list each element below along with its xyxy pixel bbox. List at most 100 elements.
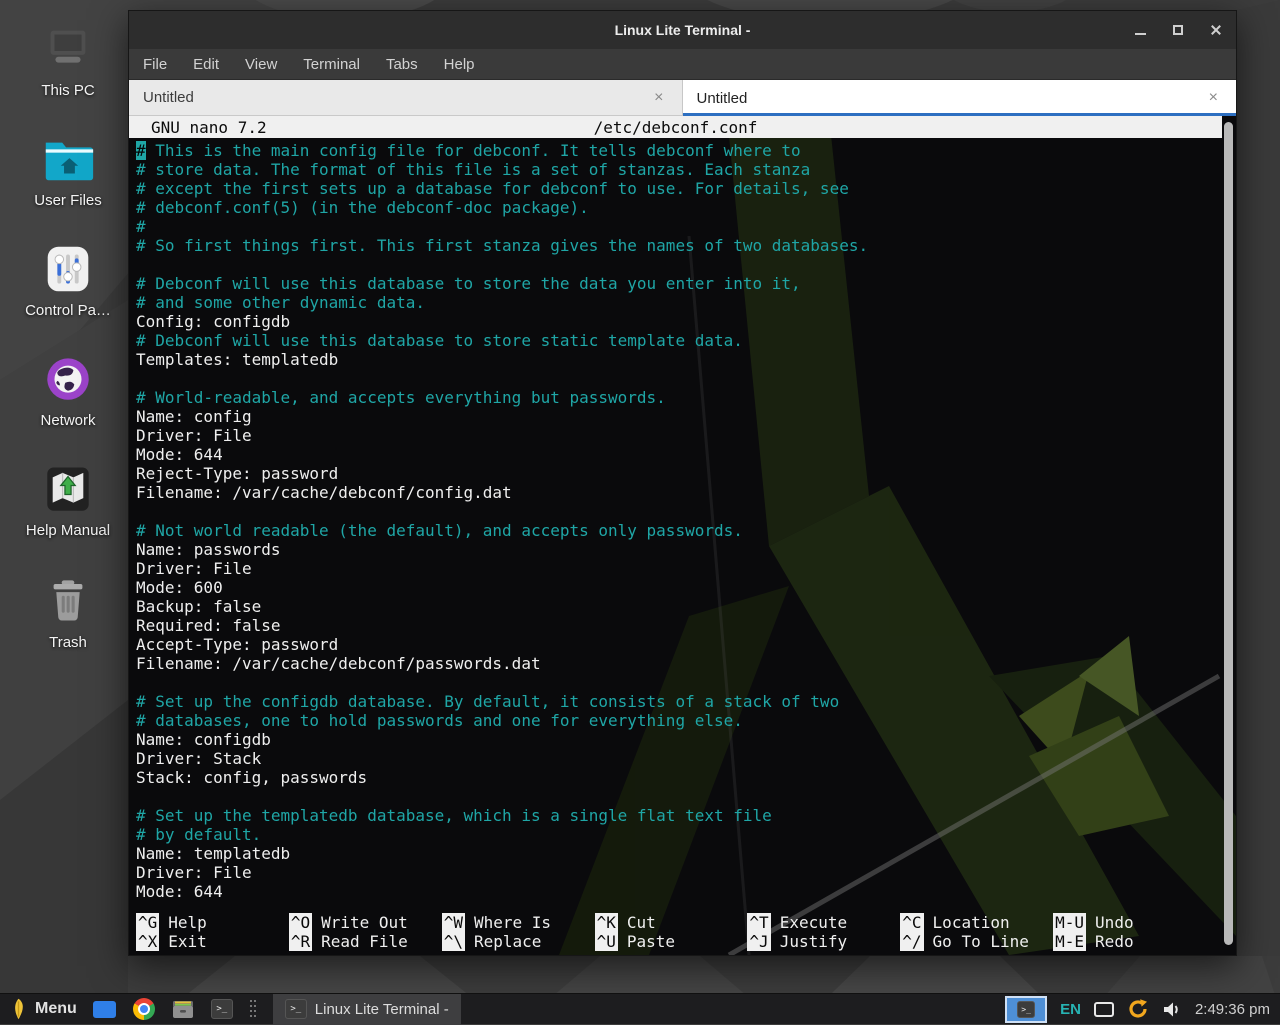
terminal-icon: >_ <box>211 999 233 1019</box>
nano-shortcut: ^XExit <box>136 932 289 951</box>
taskbar-clock[interactable]: 2:49:36 pm <box>1195 1001 1270 1018</box>
terminal-line: # Set up the templatedb database, which … <box>136 806 1210 825</box>
terminal-line: Name: config <box>136 407 1210 426</box>
shortcut-key: ^J <box>747 932 770 951</box>
maximize-icon <box>1173 25 1183 35</box>
menu-terminal[interactable]: Terminal <box>303 56 360 73</box>
nano-file-path: /etc/debconf.conf <box>129 118 1222 137</box>
shortcut-key: ^W <box>442 913 465 932</box>
display-settings-icon[interactable] <box>1094 1002 1114 1017</box>
desktop-icon-control-panel[interactable]: Control Pa… <box>4 244 132 319</box>
nano-shortcut: M-ERedo <box>1053 932 1206 951</box>
close-button[interactable] <box>1208 22 1224 38</box>
desktop-icon-this-pc[interactable]: This PC <box>4 24 132 99</box>
taskbar-window-title: Linux Lite Terminal - <box>315 1001 449 1018</box>
nano-shortcut: ^TExecute <box>747 913 900 932</box>
terminal-line: Mode: 600 <box>136 578 1210 597</box>
workspace-switcher[interactable]: >_ <box>1005 996 1047 1023</box>
chrome-icon <box>133 998 155 1020</box>
nano-shortcut: ^UPaste <box>595 932 748 951</box>
desktop-icon-trash[interactable]: Trash <box>4 576 132 651</box>
shortcut-label: Where Is <box>474 913 551 932</box>
maximize-button[interactable] <box>1170 22 1186 38</box>
terminal-content[interactable]: /etc/debconf.conf GNU nano 7.2 # This is… <box>129 116 1236 955</box>
terminal-line: Templates: templatedb <box>136 350 1210 369</box>
desktop-icon-help-manual[interactable]: Help Manual <box>4 464 132 539</box>
home-folder-icon <box>4 134 132 186</box>
terminal-line: # So first things first. This first stan… <box>136 236 1210 255</box>
nano-cursor: # <box>136 141 146 160</box>
tab-untitled-1[interactable]: Untitled × <box>129 80 683 116</box>
terminal-line: # debconf.conf(5) (in the debconf-doc pa… <box>136 198 1210 217</box>
shortcut-label: Justify <box>780 932 847 951</box>
desktop-icon-network[interactable]: Network <box>4 354 132 429</box>
start-menu-button[interactable]: Menu <box>8 994 79 1024</box>
terminal-line: Backup: false <box>136 597 1210 616</box>
control-panel-icon <box>4 244 132 296</box>
nano-shortcut: ^KCut <box>595 913 748 932</box>
shortcut-key: ^/ <box>900 932 923 951</box>
terminal-line: # and some other dynamic data. <box>136 293 1210 312</box>
terminal-line: Mode: 644 <box>136 882 1210 901</box>
tab-label: Untitled <box>697 90 1205 107</box>
shortcut-label: Read File <box>321 932 408 951</box>
terminal-scrollbar[interactable] <box>1224 122 1233 945</box>
menu-view[interactable]: View <box>245 56 277 73</box>
terminal-icon: >_ <box>285 999 307 1019</box>
terminal-line: # by default. <box>136 825 1210 844</box>
window-title: Linux Lite Terminal - <box>129 22 1236 38</box>
menu-help[interactable]: Help <box>444 56 475 73</box>
shortcut-label: Write Out <box>321 913 408 932</box>
nano-shortcut: ^GHelp <box>136 913 289 932</box>
volume-icon[interactable] <box>1162 1001 1182 1018</box>
tab-label: Untitled <box>143 89 650 106</box>
desktop-icon-label: User Files <box>4 192 132 209</box>
window-titlebar[interactable]: Linux Lite Terminal - <box>129 11 1236 49</box>
terminal-line: # store data. The format of this file is… <box>136 160 1210 179</box>
chrome-launcher-button[interactable] <box>131 996 157 1022</box>
shortcut-key: ^C <box>900 913 923 932</box>
shortcut-key: ^O <box>289 913 312 932</box>
desktop-icon-user-files[interactable]: User Files <box>4 134 132 209</box>
nano-shortcut: ^/Go To Line <box>900 932 1053 951</box>
taskbar-window-button[interactable]: >_ Linux Lite Terminal - <box>273 994 461 1025</box>
terminal-line <box>136 255 1210 274</box>
desktop-icon-label: Help Manual <box>4 522 132 539</box>
shortcut-key: ^K <box>595 913 618 932</box>
terminal-line: Accept-Type: password <box>136 635 1210 654</box>
menu-bar: File Edit View Terminal Tabs Help <box>129 49 1236 80</box>
menu-tabs[interactable]: Tabs <box>386 56 418 73</box>
terminal-line: Driver: File <box>136 426 1210 445</box>
keyboard-layout-indicator[interactable]: EN <box>1060 1001 1081 1018</box>
minimize-button[interactable] <box>1132 22 1148 38</box>
tab-close-icon[interactable]: × <box>1205 89 1222 107</box>
terminal-line: Required: false <box>136 616 1210 635</box>
tab-untitled-2[interactable]: Untitled × <box>683 80 1237 116</box>
computer-icon <box>4 24 132 76</box>
shortcut-key: ^T <box>747 913 770 932</box>
minimize-icon <box>1135 33 1146 35</box>
scrollbar-thumb[interactable] <box>1224 122 1233 945</box>
terminal-line: Reject-Type: password <box>136 464 1210 483</box>
terminal-launcher-button[interactable]: >_ <box>209 996 235 1022</box>
terminal-line: Name: passwords <box>136 540 1210 559</box>
menu-edit[interactable]: Edit <box>193 56 219 73</box>
shortcut-key: ^U <box>595 932 618 951</box>
nano-shortcut-bar: ^GHelp^O Write Out ^W Where Is ^KCut^TExecut… <box>136 913 1206 951</box>
file-manager-launcher-button[interactable] <box>170 996 196 1022</box>
linux-lite-logo-icon <box>10 997 27 1021</box>
update-notifier-icon[interactable] <box>1127 998 1149 1020</box>
nano-shortcut: ^\Replace <box>442 932 595 951</box>
terminal-line: # This is the main config file for debco… <box>136 141 1210 160</box>
taskbar-grip-handle[interactable] <box>250 1000 258 1018</box>
tab-close-icon[interactable]: × <box>650 89 667 107</box>
terminal-line: Name: templatedb <box>136 844 1210 863</box>
menu-file[interactable]: File <box>143 56 167 73</box>
file-cabinet-icon <box>171 999 195 1020</box>
shortcut-key: M-E <box>1053 932 1086 951</box>
terminal-line: Driver: File <box>136 863 1210 882</box>
desktop-launcher-button[interactable] <box>92 996 118 1022</box>
terminal-line: Driver: File <box>136 559 1210 578</box>
terminal-line <box>136 369 1210 388</box>
terminal-line: # Set up the configdb database. By defau… <box>136 692 1210 711</box>
